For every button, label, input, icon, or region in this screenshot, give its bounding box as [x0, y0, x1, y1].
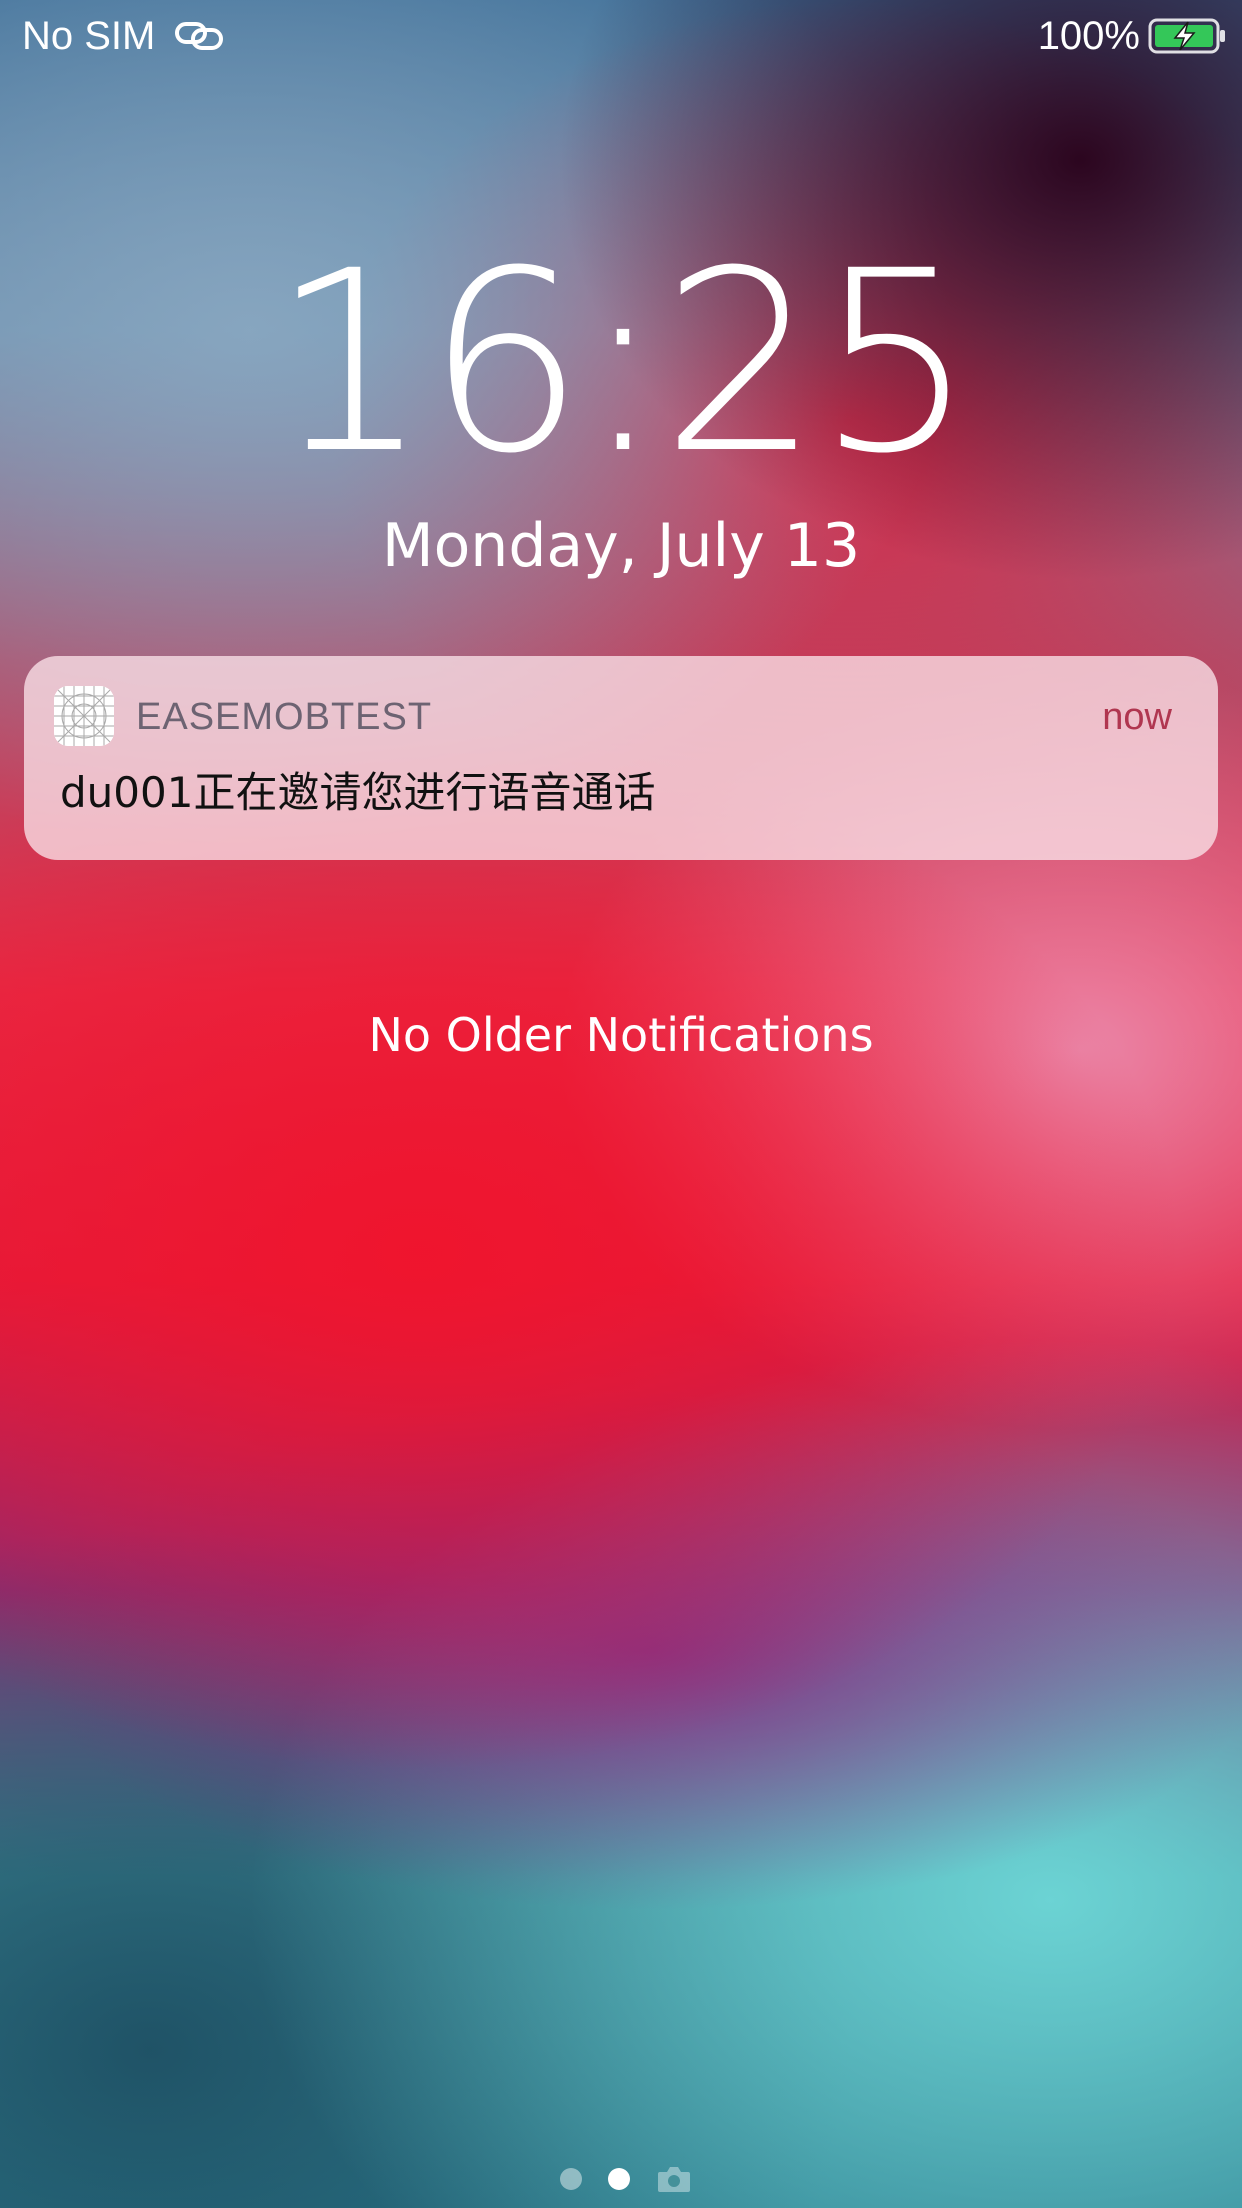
lock-screen: No SIM 100% 16:25 Monday, July 13 EASEMO… — [0, 0, 1242, 2208]
lock-screen-time: 16:25 — [270, 217, 975, 508]
battery-percentage: 100% — [1037, 14, 1140, 58]
lock-screen-date: Monday, July 13 — [381, 511, 861, 581]
notification-message: du001正在邀请您进行语音通话 — [60, 768, 656, 817]
page-dot[interactable] — [560, 2168, 582, 2190]
app-placeholder-icon — [54, 686, 114, 746]
page-dot-active[interactable] — [608, 2168, 630, 2190]
carrier-label: No SIM — [22, 14, 156, 58]
notification-app-name: EASEMOBTEST — [136, 696, 433, 738]
no-older-notifications-label: No Older Notifications — [368, 1008, 874, 1062]
battery-charging-icon — [1148, 18, 1225, 54]
link-icon — [175, 22, 223, 50]
status-bar: No SIM 100% — [0, 0, 1242, 72]
page-indicator[interactable] — [0, 2164, 1242, 2194]
notification-time: now — [1102, 696, 1172, 738]
camera-icon[interactable] — [656, 2164, 692, 2194]
notification-card[interactable]: EASEMOBTEST now du001正在邀请您进行语音通话 — [24, 656, 1218, 860]
